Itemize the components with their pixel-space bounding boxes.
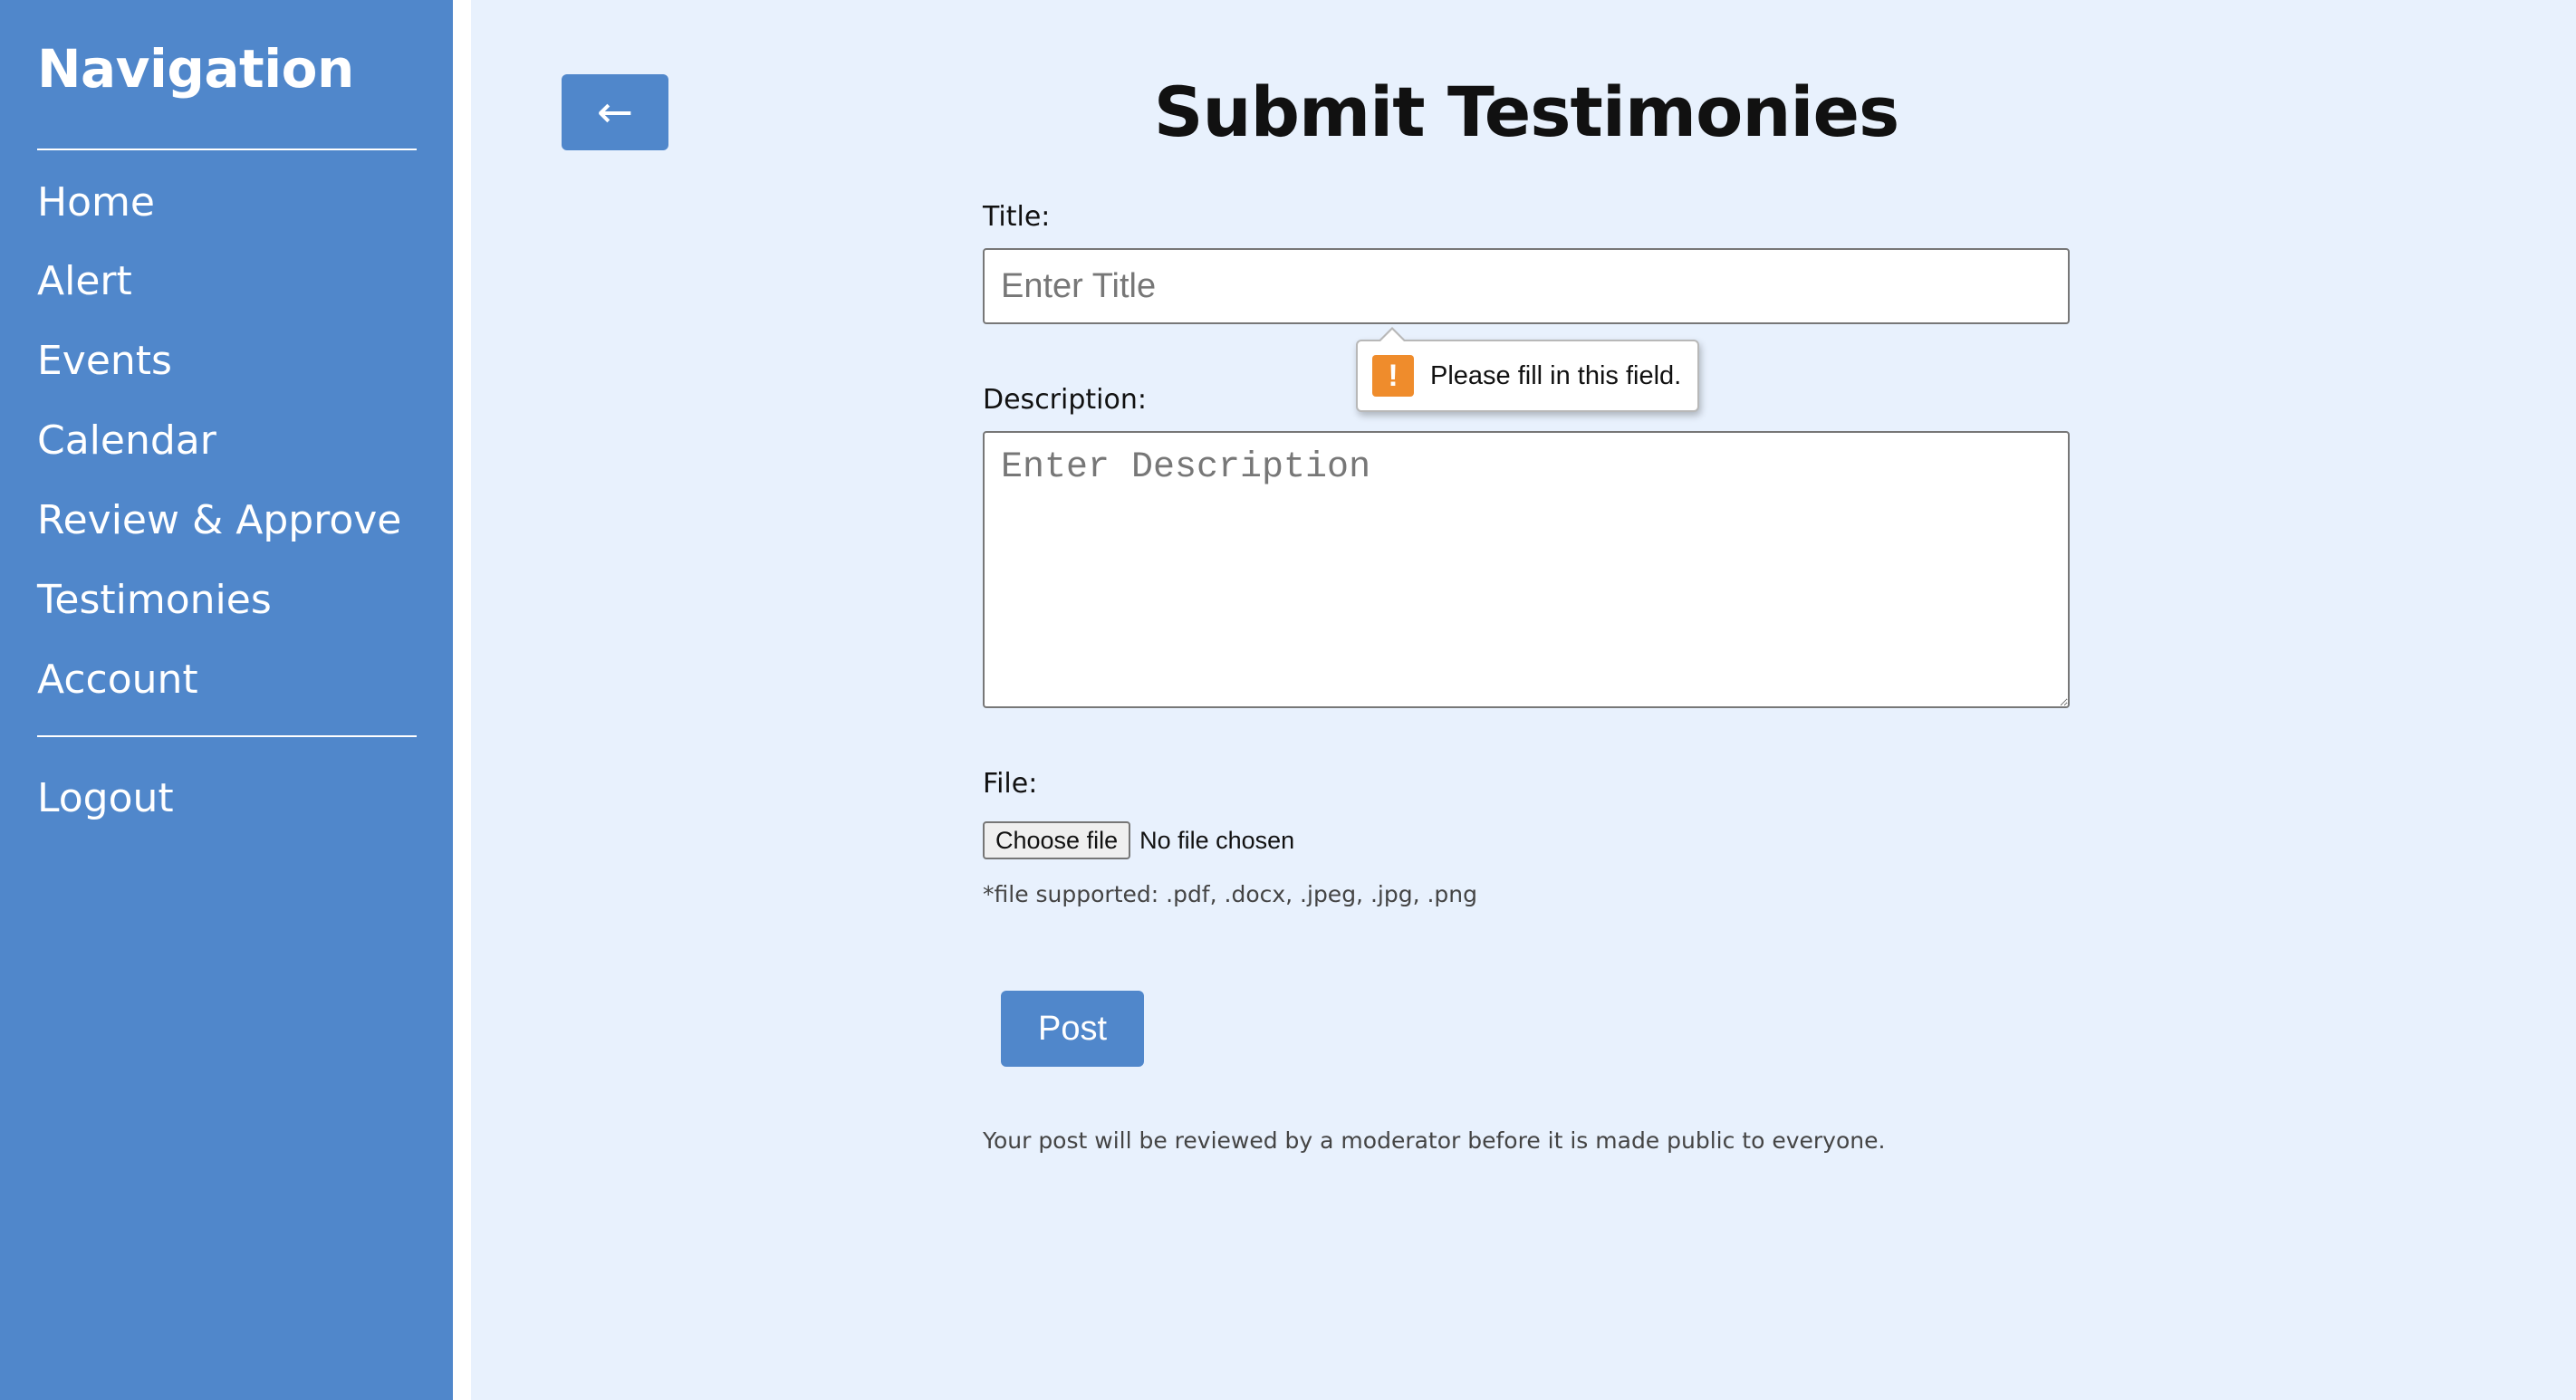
file-input[interactable]: Choose file No file chosen	[983, 820, 1294, 860]
sidebar-item-review-approve[interactable]: Review & Approve	[37, 495, 401, 546]
sidebar-item-alert[interactable]: Alert	[37, 256, 132, 307]
sidebar: Navigation Home Alert Events Calendar Re…	[0, 0, 453, 1400]
warning-icon: !	[1372, 355, 1414, 397]
sidebar-gap	[453, 0, 471, 1400]
validation-tooltip: ! Please fill in this field.	[1356, 327, 1700, 412]
sidebar-item-calendar[interactable]: Calendar	[37, 416, 216, 466]
sidebar-item-logout[interactable]: Logout	[37, 773, 174, 824]
title-input[interactable]	[983, 248, 2070, 324]
sidebar-title: Navigation	[37, 38, 354, 100]
sidebar-divider	[37, 149, 417, 150]
sidebar-item-events[interactable]: Events	[37, 336, 172, 387]
file-status: No file chosen	[1139, 826, 1295, 854]
back-arrow-icon: ←	[596, 87, 634, 138]
sidebar-divider	[37, 735, 417, 737]
choose-file-button[interactable]: Choose file	[983, 821, 1131, 859]
back-button[interactable]: ←	[562, 74, 668, 150]
file-label: File:	[983, 768, 1038, 800]
sidebar-item-home[interactable]: Home	[37, 177, 155, 228]
validation-message: Please fill in this field.	[1430, 360, 1682, 390]
sidebar-item-testimonies[interactable]: Testimonies	[37, 575, 272, 626]
description-label: Description:	[983, 384, 1147, 416]
title-label: Title:	[983, 201, 1051, 233]
description-textarea[interactable]	[983, 431, 2070, 708]
file-support-hint: *file supported: .pdf, .docx, .jpeg, .jp…	[983, 881, 1478, 907]
page-title: Submit Testimonies	[1153, 72, 1900, 152]
post-button[interactable]: Post	[1001, 991, 1144, 1067]
sidebar-item-account[interactable]: Account	[37, 655, 198, 705]
moderation-note: Your post will be reviewed by a moderato…	[983, 1127, 1886, 1154]
